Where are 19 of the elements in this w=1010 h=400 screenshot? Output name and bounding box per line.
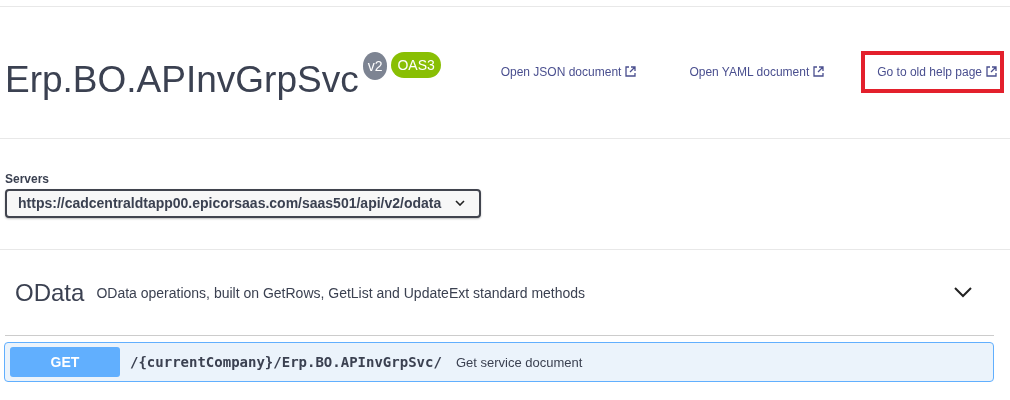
operation-row[interactable]: GET /{currentCompany}/Erp.BO.APInvGrpSvc/ Get service document (4, 342, 994, 382)
method-badge: GET (10, 347, 120, 377)
tag-description: OData operations, built on GetRows, GetList and UpdateExt standard methods (96, 284, 587, 301)
chevron-down-icon (455, 200, 466, 206)
document-link[interactable]: Open JSON document (500, 64, 622, 79)
external-link-icon (625, 66, 637, 77)
api-title: Erp.BO.APInvGrpSvc (5, 57, 359, 102)
chevron-down-icon[interactable] (954, 287, 972, 298)
version-badge: v2 (362, 51, 388, 80)
operation-summary: Get service document (455, 354, 583, 370)
servers-label: Servers (5, 172, 51, 186)
document-link[interactable]: Open YAML document (689, 64, 810, 79)
operation-path: /{currentCompany}/Erp.BO.APInvGrpSvc/ (130, 354, 442, 370)
external-link-icon (986, 66, 997, 77)
document-link[interactable]: Go to old help page (877, 64, 982, 79)
oas-badge: OAS3 (391, 51, 441, 78)
server-select[interactable]: https://cadcentraldtapp00.epicorsaas.com/saas501/api/v2/odata (5, 189, 482, 218)
tag-name[interactable]: OData (15, 278, 85, 307)
external-link-icon (813, 66, 825, 77)
